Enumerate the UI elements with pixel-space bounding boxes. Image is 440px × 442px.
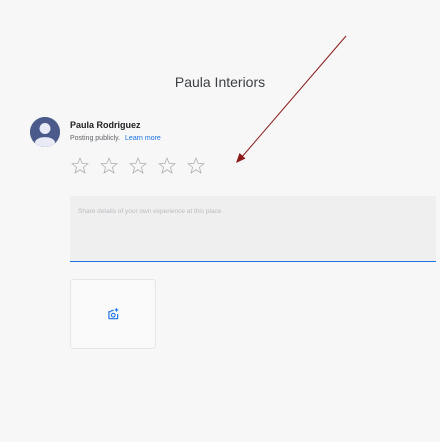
place-title: Paula Interiors bbox=[174, 74, 266, 90]
posting-publicly-text: Posting publicly. bbox=[70, 135, 121, 142]
star-1-icon[interactable] bbox=[70, 156, 90, 176]
review-text-area[interactable] bbox=[70, 196, 436, 262]
star-4-icon[interactable] bbox=[157, 156, 177, 176]
add-photo-button[interactable] bbox=[70, 279, 156, 349]
review-input[interactable] bbox=[78, 204, 428, 218]
user-avatar-icon bbox=[30, 117, 60, 147]
star-2-icon[interactable] bbox=[99, 156, 119, 176]
avatar bbox=[30, 117, 60, 147]
star-5-icon[interactable] bbox=[186, 156, 206, 176]
star-rating bbox=[70, 156, 206, 176]
learn-more-link[interactable]: Learn more bbox=[125, 135, 161, 142]
posting-info: Posting publicly. Learn more bbox=[70, 135, 161, 142]
user-name: Paula Rodriguez bbox=[70, 120, 141, 130]
star-3-icon[interactable] bbox=[128, 156, 148, 176]
add-photo-icon bbox=[108, 308, 119, 320]
review-dialog: Paula Interiors Paula Rodriguez Posting … bbox=[0, 0, 440, 442]
